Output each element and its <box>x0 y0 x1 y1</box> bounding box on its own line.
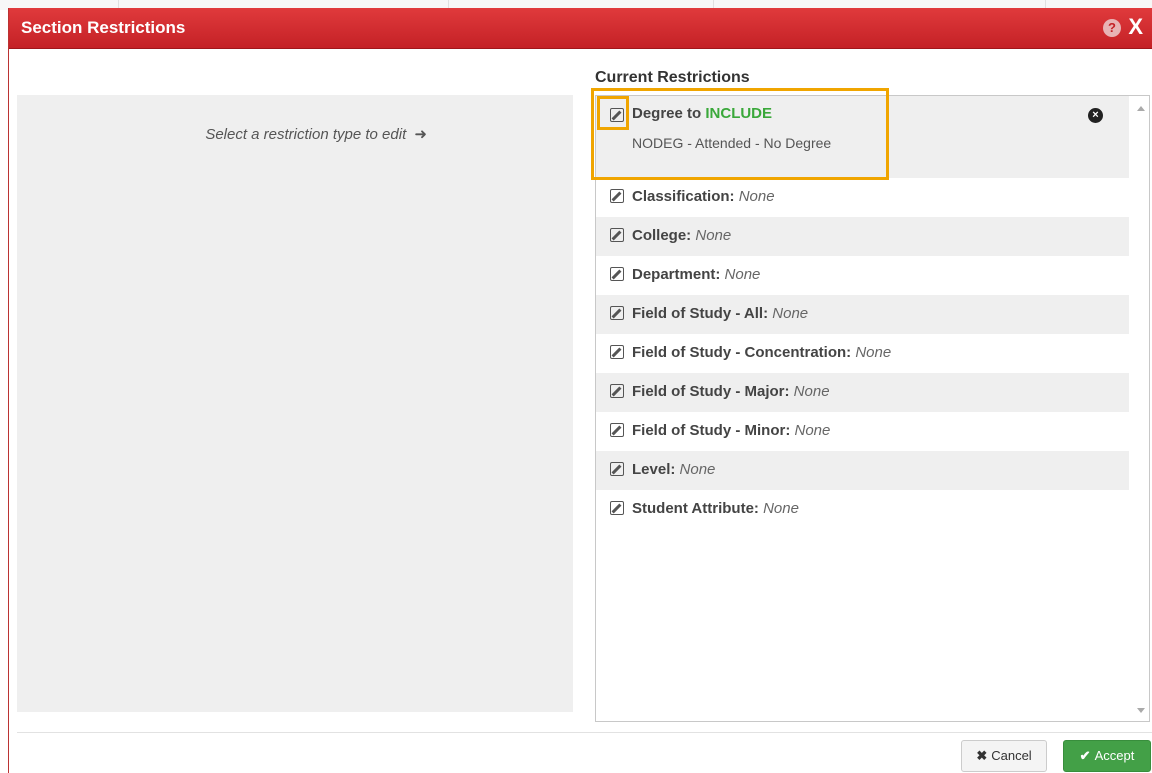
restriction-label: Department: <box>632 266 721 283</box>
restriction-label: Field of Study - All: <box>632 305 769 322</box>
restriction-value: None <box>679 461 716 478</box>
edit-icon[interactable] <box>610 267 624 281</box>
restriction-label: College: <box>632 227 692 244</box>
restriction-value: None <box>793 383 830 400</box>
cancel-button-label: Cancel <box>991 748 1032 763</box>
dialog-titlebar: Section Restrictions ? X <box>9 8 1152 49</box>
scroll-down-arrow-icon[interactable] <box>1137 708 1145 713</box>
dialog-title: Section Restrictions <box>21 18 186 37</box>
editor-hint-text: Select a restriction type to edit <box>205 126 407 143</box>
edit-icon[interactable] <box>610 108 624 122</box>
accept-button[interactable]: ✔ Accept <box>1063 740 1151 772</box>
cancel-x-icon: ✖ <box>976 748 988 763</box>
edit-icon[interactable] <box>610 189 624 203</box>
edit-icon[interactable] <box>610 228 624 242</box>
edit-icon[interactable] <box>610 306 624 320</box>
restriction-mode-include: INCLUDE <box>705 105 773 122</box>
footer-divider <box>17 732 1152 733</box>
restriction-item-field-of-study-all[interactable]: Field of Study - All: None <box>596 295 1129 334</box>
restriction-item-college[interactable]: College: None <box>596 217 1129 256</box>
restriction-degree-heading: Degree to INCLUDE <box>632 105 772 122</box>
restriction-item-field-of-study-concentration[interactable]: Field of Study - Concentration: None <box>596 334 1129 373</box>
current-restrictions-list[interactable]: Degree to INCLUDE NODEG - Attended - No … <box>595 95 1150 722</box>
edit-icon[interactable] <box>610 423 624 437</box>
edit-icon[interactable] <box>610 345 624 359</box>
edit-icon[interactable] <box>610 501 624 515</box>
current-restrictions-heading: Current Restrictions <box>595 69 750 86</box>
restriction-item-field-of-study-major[interactable]: Field of Study - Major: None <box>596 373 1129 412</box>
restriction-label: Field of Study - Concentration: <box>632 344 852 361</box>
scroll-up-arrow-icon[interactable] <box>1137 106 1145 111</box>
restriction-item-field-of-study-minor[interactable]: Field of Study - Minor: None <box>596 412 1129 451</box>
accept-button-label: Accept <box>1094 748 1135 763</box>
remove-restriction-icon[interactable]: × <box>1088 108 1103 123</box>
restriction-value: None <box>763 500 799 517</box>
restriction-editor-panel: Select a restriction type to edit ➜ <box>17 95 573 712</box>
restriction-label: Field of Study - Minor: <box>632 422 791 439</box>
close-icon[interactable]: X <box>1128 15 1143 39</box>
edit-icon[interactable] <box>610 384 624 398</box>
restriction-item-degree[interactable]: Degree to INCLUDE NODEG - Attended - No … <box>596 96 1129 178</box>
restriction-label: Field of Study - Major: <box>632 383 790 400</box>
restriction-value: None <box>772 305 809 322</box>
section-restrictions-dialog: Section Restrictions ? X Select a restri… <box>8 8 1152 773</box>
edit-icon[interactable] <box>610 462 624 476</box>
restriction-value: None <box>724 266 761 283</box>
checkmark-icon: ✔ <box>1079 748 1091 763</box>
restriction-label: Level: <box>632 461 676 478</box>
restriction-label: Classification: <box>632 188 735 205</box>
cancel-button[interactable]: ✖ Cancel <box>961 740 1047 772</box>
restriction-degree-value: NODEG - Attended - No Degree <box>632 135 832 151</box>
editor-hint: Select a restriction type to edit ➜ <box>17 125 427 143</box>
restriction-value: None <box>738 188 775 205</box>
restriction-value: None <box>855 344 892 361</box>
restriction-value: None <box>695 227 732 244</box>
restriction-item-classification[interactable]: Classification: None <box>596 178 1129 217</box>
restriction-item-level[interactable]: Level: None <box>596 451 1129 490</box>
restriction-item-student-attribute[interactable]: Student Attribute: None <box>596 490 1129 529</box>
restriction-label: Student Attribute: <box>632 500 759 517</box>
restriction-value: None <box>794 422 831 439</box>
restriction-degree-label: Degree to <box>632 105 706 122</box>
arrow-right-icon: ➜ <box>414 126 427 143</box>
restriction-item-department[interactable]: Department: None <box>596 256 1129 295</box>
help-icon[interactable]: ? <box>1103 19 1121 37</box>
